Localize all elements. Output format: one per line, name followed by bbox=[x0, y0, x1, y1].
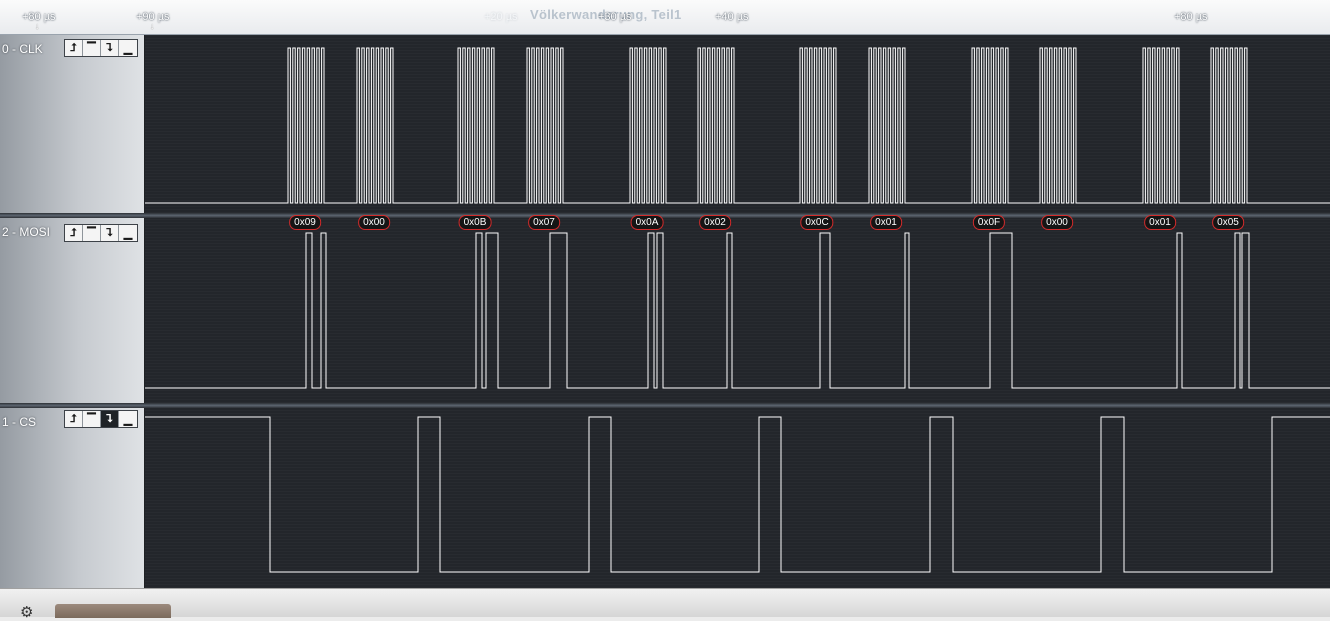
decoded-byte-badge[interactable]: 0x02 bbox=[699, 215, 731, 230]
cs-trace bbox=[145, 416, 1330, 573]
falling-edge-trigger-button[interactable]: ⮧ bbox=[101, 225, 119, 241]
clk-waveform bbox=[145, 47, 1330, 204]
rising-edge-trigger-button[interactable]: ⮥ bbox=[65, 411, 83, 427]
channel-row-mosi: 2 - MOSI ⮥ ▔ ⮧ ▁ 0x09 0x00 0x0B 0x07 0x0A 0x0… bbox=[0, 215, 1330, 403]
channel-row-clk: 0 - CLK ⮥ ▔ ⮧ ▁ bbox=[0, 35, 1330, 213]
time-tick: +20 µs bbox=[484, 11, 518, 23]
tick-arrow-icon: ↓ bbox=[35, 21, 40, 31]
decoded-byte-badge[interactable]: 0x0B bbox=[458, 215, 492, 230]
falling-edge-trigger-button[interactable]: ⮧ bbox=[101, 411, 119, 427]
decoded-byte-badge[interactable]: 0x09 bbox=[289, 215, 321, 230]
low-level-trigger-button[interactable]: ▁ bbox=[119, 40, 137, 56]
decoded-byte-badge[interactable]: 0x0F bbox=[972, 215, 1006, 230]
trigger-button-group: ⮥ ▔ ⮧ ▁ bbox=[64, 224, 138, 242]
low-level-trigger-button[interactable]: ▁ bbox=[119, 225, 137, 241]
time-tick: +80 µs bbox=[1174, 11, 1208, 23]
mosi-waveform bbox=[145, 232, 1330, 389]
high-level-trigger-button[interactable]: ▔ bbox=[83, 411, 101, 427]
rising-edge-trigger-button[interactable]: ⮥ bbox=[65, 225, 83, 241]
channel-label-panel: 0 - CLK ⮥ ▔ ⮧ ▁ bbox=[0, 35, 145, 213]
low-level-trigger-button[interactable]: ▁ bbox=[119, 411, 137, 427]
decoded-byte-badge[interactable]: 0x07 bbox=[528, 215, 560, 230]
channel-label-panel: 2 - MOSI ⮥ ▔ ⮧ ▁ bbox=[0, 218, 145, 403]
high-level-trigger-button[interactable]: ▔ bbox=[83, 225, 101, 241]
channel-name: 2 - MOSI bbox=[2, 225, 51, 239]
decoded-byte-badge[interactable]: 0x01 bbox=[1144, 215, 1176, 230]
channel-row-cs: 1 - CS ⮥ ▔ ⮧ ▁ bbox=[0, 408, 1330, 588]
decoded-byte-badge[interactable]: 0x01 bbox=[870, 215, 902, 230]
mosi-trace bbox=[145, 232, 1330, 389]
channel-name: 0 - CLK bbox=[2, 42, 43, 56]
settings-icon[interactable]: ⚙ bbox=[20, 603, 33, 621]
waveform-area-mosi[interactable]: 0x09 0x00 0x0B 0x07 0x0A 0x02 0x0C 0x01 0x0F 0x00… bbox=[145, 215, 1330, 403]
decoded-byte-badge[interactable]: 0x00 bbox=[358, 215, 390, 230]
channel-name: 1 - CS bbox=[2, 415, 37, 429]
waveform-area-cs[interactable] bbox=[145, 408, 1330, 588]
decoded-byte-badge[interactable]: 0x0C bbox=[800, 215, 834, 230]
time-tick: +30 µs bbox=[598, 11, 632, 23]
rising-edge-trigger-button[interactable]: ⮥ bbox=[65, 40, 83, 56]
decoded-byte-badge[interactable]: 0x05 bbox=[1212, 215, 1244, 230]
cs-waveform bbox=[145, 416, 1330, 573]
decoded-byte-badge[interactable]: 0x0A bbox=[630, 215, 664, 230]
trigger-button-group: ⮥ ▔ ⮧ ▁ bbox=[64, 39, 138, 57]
clk-trace bbox=[145, 47, 1330, 204]
bottom-toolbar: ⚙ bbox=[0, 588, 1330, 621]
waveform-area-clk[interactable] bbox=[145, 35, 1330, 213]
channel-label-panel: 1 - CS ⮥ ▔ ⮧ ▁ bbox=[0, 408, 145, 588]
tick-arrow-icon: ↓ bbox=[150, 21, 155, 31]
time-ruler[interactable]: Völkerwanderung, Teil1 +80 µs ↓ +90 µs ↓… bbox=[0, 0, 1330, 35]
high-level-trigger-button[interactable]: ▔ bbox=[83, 40, 101, 56]
decoded-byte-badge[interactable]: 0x00 bbox=[1041, 215, 1073, 230]
falling-edge-trigger-button[interactable]: ⮧ bbox=[101, 40, 119, 56]
trigger-button-group: ⮥ ▔ ⮧ ▁ bbox=[64, 410, 138, 428]
time-tick: +40 µs bbox=[715, 11, 749, 23]
